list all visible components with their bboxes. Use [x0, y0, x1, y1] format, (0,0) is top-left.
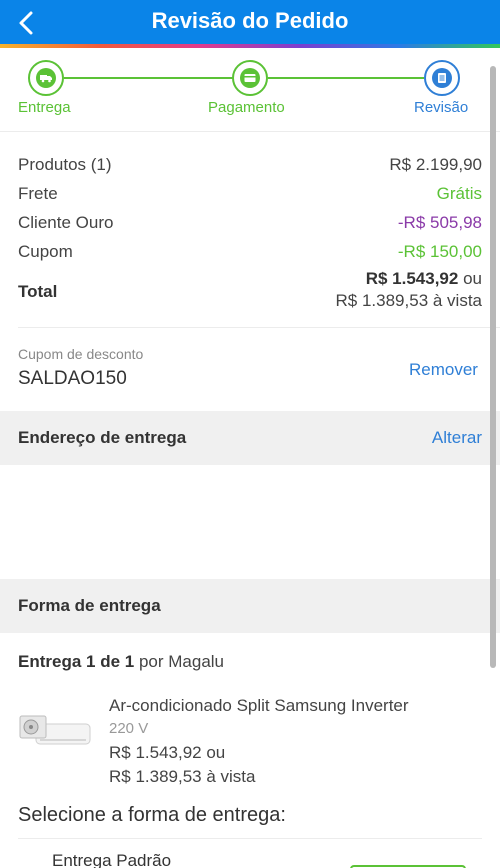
summary-row-coupon: Cupom -R$ 150,00	[18, 237, 482, 266]
step-label-review: Revisão	[414, 99, 469, 116]
step-connector	[268, 77, 424, 79]
step-label-payment: Pagamento	[208, 99, 285, 116]
summary-label: Produtos (1)	[18, 154, 112, 174]
summary-label: Cupom	[18, 241, 73, 261]
top-bar: Revisão do Pedido	[0, 0, 500, 48]
delivery-section-header: Forma de entrega	[0, 579, 500, 633]
summary-value: R$ 2.199,90	[389, 154, 482, 174]
summary-row-shipping: Frete Grátis	[18, 179, 482, 208]
delivery-count-bold: Entrega 1 de 1	[18, 652, 135, 671]
checkout-stepper: Entrega Pagamento Revisão	[0, 52, 500, 132]
product-price-main: R$ 1.543,92 ou	[109, 743, 226, 762]
product-info: Ar-condicionado Split Samsung Inverter 2…	[109, 696, 489, 789]
remove-coupon-link[interactable]: Remover	[409, 360, 478, 380]
total-value: R$ 1.543,92	[365, 269, 459, 288]
rainbow-stripe	[0, 44, 500, 48]
summary-label: Frete	[18, 183, 58, 203]
order-review-screen: Revisão do Pedido Entrega Pagamento Revi…	[0, 0, 500, 868]
total-cash-value: R$ 1.389,53 à vista	[335, 291, 482, 310]
step-connector	[64, 77, 234, 79]
step-payment	[232, 60, 268, 96]
step-label-delivery: Entrega	[18, 99, 71, 116]
summary-value: Grátis	[436, 183, 482, 203]
total-values: R$ 1.543,92 ou R$ 1.389,53 à vista	[336, 268, 482, 312]
change-address-link[interactable]: Alterar	[432, 428, 482, 448]
step-delivery	[28, 60, 64, 96]
product-name: Ar-condicionado Split Samsung Inverter	[109, 696, 409, 715]
summary-value: -R$ 505,98	[397, 212, 482, 232]
step-review	[424, 60, 460, 96]
delivery-seller: por Magalu	[138, 652, 225, 671]
summary-label: Cliente Ouro	[18, 212, 114, 232]
divider	[18, 327, 500, 328]
section-title: Endereço de entrega	[18, 428, 187, 447]
delivery-option-standard[interactable]: Entrega Padrão	[18, 838, 482, 868]
total-label: Total	[18, 282, 58, 301]
summary-total: Total R$ 1.543,92 ou R$ 1.389,53 à vista	[18, 268, 482, 312]
truck-icon	[36, 68, 56, 88]
summary-row-gold-client: Cliente Ouro -R$ 505,98	[18, 208, 482, 237]
product-price-cash: R$ 1.389,53 à vista	[109, 767, 256, 786]
air-conditioner-image	[19, 715, 91, 745]
summary-row-products: Produtos (1) R$ 2.199,90	[18, 150, 482, 179]
product-voltage: 220 V	[109, 720, 149, 737]
select-delivery-title: Selecione a forma de entrega:	[18, 804, 286, 826]
page-title: Revisão do Pedido	[151, 8, 349, 33]
scrollbar[interactable]	[490, 66, 496, 668]
total-or: ou	[463, 269, 482, 288]
delivery-count: Entrega 1 de 1 por Magalu	[18, 652, 224, 672]
delivery-option-label: Entrega Padrão	[52, 851, 172, 868]
order-summary: Produtos (1) R$ 2.199,90 Frete Grátis Cl…	[18, 150, 482, 312]
product-price: R$ 1.543,92 ou R$ 1.389,53 à vista	[109, 741, 489, 789]
credit-card-icon	[240, 68, 260, 88]
address-section-header: Endereço de entrega Alterar	[0, 411, 500, 465]
document-icon	[432, 68, 452, 88]
summary-value: -R$ 150,00	[397, 241, 482, 261]
section-title: Forma de entrega	[18, 596, 161, 615]
